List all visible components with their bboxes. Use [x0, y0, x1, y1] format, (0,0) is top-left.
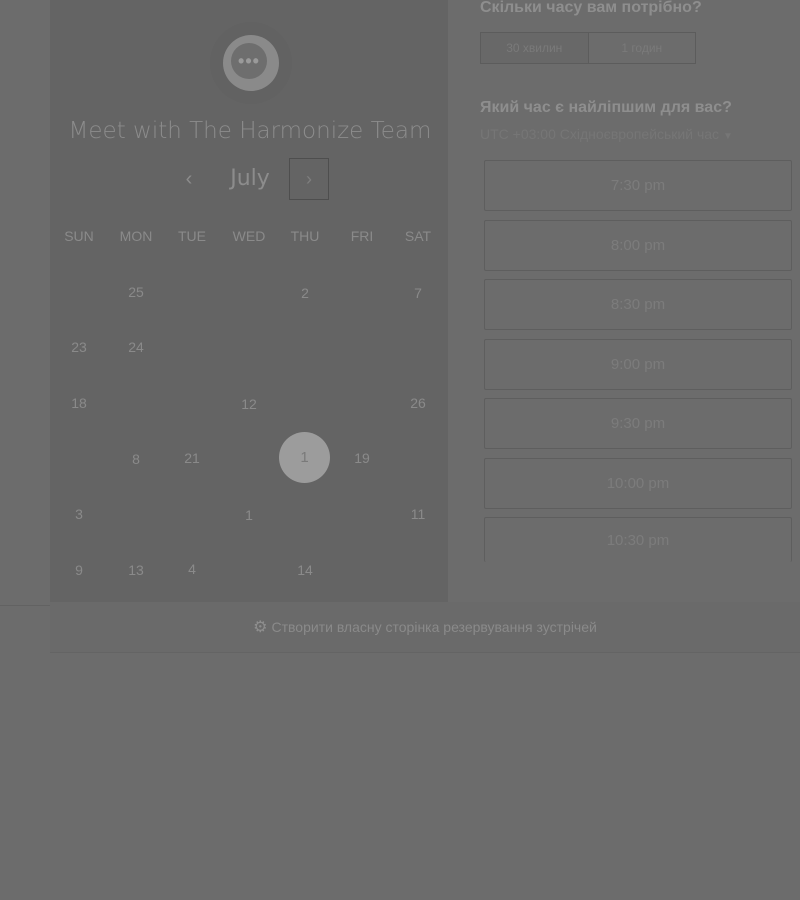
- selected-day[interactable]: 1: [279, 432, 330, 483]
- time-title: Який час є найліпшим для вас?: [480, 99, 732, 116]
- time-slot-button[interactable]: 10:30 pm: [484, 517, 792, 562]
- chat-bubble-icon: •••: [223, 35, 279, 91]
- timezone-label: UTC +03:00 Східноєвропейський час: [480, 126, 720, 142]
- weekday-label: WED: [232, 228, 266, 244]
- team-title: Meet with The Harmonize Team: [68, 118, 432, 144]
- duration-30min-button[interactable]: 30 хвилин: [481, 33, 588, 63]
- weekday-label: MON: [119, 228, 153, 244]
- weekday-label: SAT: [404, 228, 432, 244]
- calendar-day[interactable]: 19: [342, 450, 382, 466]
- calendar-day[interactable]: 18: [59, 395, 99, 411]
- footer: ⚙ Створити власну сторінка резервування …: [50, 602, 800, 653]
- duration-title: Скільки часу вам потрібно?: [480, 0, 702, 16]
- calendar-day[interactable]: 13: [116, 562, 156, 578]
- calendar-day[interactable]: 25: [116, 284, 156, 300]
- calendar-day[interactable]: 24: [116, 339, 156, 355]
- weekday-label: THU: [290, 228, 320, 244]
- time-slot-button[interactable]: 9:00 pm: [484, 339, 792, 390]
- calendar-day[interactable]: 21: [172, 450, 212, 466]
- time-slot-button[interactable]: 10:00 pm: [484, 458, 792, 509]
- next-month-button[interactable]: ›: [289, 158, 329, 200]
- month-label: July: [230, 166, 270, 191]
- calendar-day[interactable]: 12: [229, 396, 269, 412]
- weekday-label: SUN: [64, 228, 94, 244]
- calendar-day[interactable]: 8: [116, 451, 156, 467]
- timezone-selector[interactable]: UTC +03:00 Східноєвропейський час ▼: [480, 126, 733, 142]
- duration-1hour-button[interactable]: 1 годин: [587, 33, 695, 63]
- chevron-right-icon: ›: [306, 169, 312, 189]
- caret-down-icon: ▼: [723, 131, 733, 142]
- time-slot-button[interactable]: 8:00 pm: [484, 220, 792, 271]
- calendar-day[interactable]: 23: [59, 339, 99, 355]
- calendar-day[interactable]: 4: [172, 561, 212, 577]
- calendar-day[interactable]: 2: [285, 285, 325, 301]
- create-booking-page-link[interactable]: Створити власну сторінка резервування зу…: [272, 619, 597, 635]
- prev-month-button[interactable]: ‹: [176, 166, 202, 192]
- weekday-label: FRI: [350, 228, 374, 244]
- time-slot-button[interactable]: 7:30 pm: [484, 160, 792, 211]
- time-slot-button[interactable]: 8:30 pm: [484, 279, 792, 330]
- calendar-day[interactable]: 9: [59, 562, 99, 578]
- calendar-day[interactable]: 7: [398, 285, 438, 301]
- calendar-day[interactable]: 1: [229, 507, 269, 523]
- calendar-day[interactable]: 11: [398, 506, 438, 522]
- weekday-label: TUE: [178, 228, 206, 244]
- team-logo: •••: [210, 22, 292, 104]
- sprocket-icon: ⚙: [253, 619, 268, 636]
- calendar-day[interactable]: 3: [59, 506, 99, 522]
- calendar-day[interactable]: 14: [285, 562, 325, 578]
- calendar-day[interactable]: 26: [398, 395, 438, 411]
- chevron-left-icon: ‹: [185, 168, 193, 190]
- time-slot-button[interactable]: 9:30 pm: [484, 398, 792, 449]
- duration-selector: 30 хвилин 1 годин: [480, 32, 696, 64]
